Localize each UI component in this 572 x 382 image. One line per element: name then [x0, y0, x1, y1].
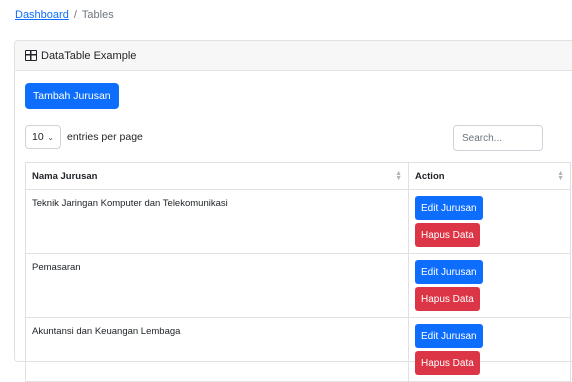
sort-icon: ▲ ▼ [557, 170, 564, 182]
breadcrumb: Dashboard / Tables [15, 9, 114, 21]
column-header-label: Action [415, 170, 445, 182]
breadcrumb-separator: / [73, 9, 77, 21]
entries-label: entries per page [67, 131, 143, 143]
hapus-data-button[interactable]: Hapus Data [415, 287, 480, 311]
entries-control: 10 ⌄ entries per page [25, 125, 143, 149]
sort-icon: ▲ ▼ [395, 170, 402, 182]
table-row: Pemasaran Edit Jurusan Hapus Data [25, 253, 571, 318]
action-cell: Edit Jurusan Hapus Data [408, 317, 571, 382]
table-row: Akuntansi dan Keuangan Lembaga Edit Juru… [25, 317, 571, 382]
hapus-data-button[interactable]: Hapus Data [415, 351, 480, 375]
jurusan-name-cell: Teknik Jaringan Komputer dan Telekomunik… [25, 189, 409, 254]
column-header-action[interactable]: Action ▲ ▼ [408, 162, 571, 190]
action-cell: Edit Jurusan Hapus Data [408, 189, 571, 254]
jurusan-name-cell: Akuntansi dan Keuangan Lembaga [25, 317, 409, 382]
column-header-nama-jurusan[interactable]: Nama Jurusan ▲ ▼ [25, 162, 409, 190]
edit-jurusan-button[interactable]: Edit Jurusan [415, 324, 483, 348]
entries-value: 10 [32, 131, 44, 143]
card-title: DataTable Example [41, 49, 137, 62]
table-row: Teknik Jaringan Komputer dan Telekomunik… [25, 189, 571, 254]
jurusan-name-cell: Pemasaran [25, 253, 409, 318]
breadcrumb-dashboard-link[interactable]: Dashboard [15, 9, 69, 21]
edit-jurusan-button[interactable]: Edit Jurusan [415, 260, 483, 284]
column-header-label: Nama Jurusan [32, 170, 98, 182]
add-jurusan-button[interactable]: Tambah Jurusan [25, 83, 119, 109]
data-table: Nama Jurusan ▲ ▼ Action ▲ ▼ Teknik Jaringa… [25, 162, 571, 382]
edit-jurusan-button[interactable]: Edit Jurusan [415, 196, 483, 220]
search-input[interactable] [453, 125, 543, 151]
action-cell: Edit Jurusan Hapus Data [408, 253, 571, 318]
table-icon [25, 50, 37, 61]
card-header: DataTable Example [15, 41, 572, 71]
breadcrumb-current: Tables [81, 9, 114, 21]
chevron-down-icon: ⌄ [47, 132, 54, 142]
datatable-card: DataTable Example Tambah Jurusan 10 ⌄ en… [14, 40, 572, 382]
hapus-data-button[interactable]: Hapus Data [415, 223, 480, 247]
entries-select[interactable]: 10 ⌄ [25, 125, 61, 149]
